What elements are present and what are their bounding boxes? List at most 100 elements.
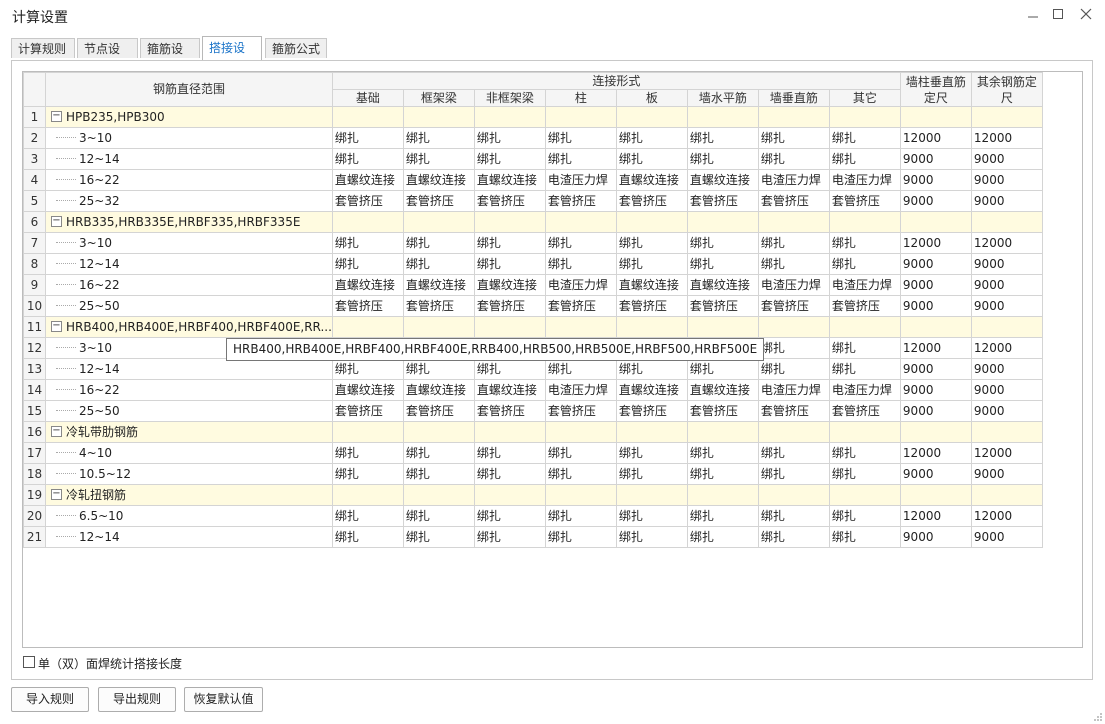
- table-row[interactable]: 18 10.5~12 绑扎 绑扎 绑扎 绑扎 绑扎 绑扎 绑扎 绑扎 9000 9000: [23, 463, 1043, 485]
- table-row[interactable]: 20 6.5~10 绑扎 绑扎 绑扎 绑扎 绑扎 绑扎 绑扎 绑扎 12000 12000: [23, 505, 1043, 527]
- connection-cell[interactable]: 绑扎: [331, 148, 404, 170]
- connection-cell[interactable]: 直螺纹连接: [686, 379, 759, 401]
- length-cell[interactable]: 12000: [899, 337, 972, 359]
- length-cell[interactable]: 9000: [970, 274, 1043, 296]
- connection-cell[interactable]: 套管挤压: [686, 295, 759, 317]
- connection-cell[interactable]: 绑扎: [828, 337, 901, 359]
- connection-cell[interactable]: 绑扎: [828, 127, 901, 149]
- connection-cell[interactable]: 绑扎: [402, 358, 475, 380]
- diameter-range-cell[interactable]: 12~14: [45, 253, 333, 275]
- connection-cell[interactable]: 绑扎: [615, 463, 688, 485]
- connection-cell[interactable]: 绑扎: [686, 253, 759, 275]
- connection-cell[interactable]: 绑扎: [473, 127, 546, 149]
- connection-cell[interactable]: 绑扎: [544, 358, 617, 380]
- connection-cell[interactable]: [544, 106, 617, 128]
- connection-cell[interactable]: [757, 106, 830, 128]
- connection-cell[interactable]: 绑扎: [686, 505, 759, 527]
- diameter-range-cell[interactable]: 10.5~12: [45, 463, 333, 485]
- diameter-range-cell[interactable]: 25~32: [45, 190, 333, 212]
- length-cell[interactable]: 9000: [970, 358, 1043, 380]
- connection-cell[interactable]: 套管挤压: [544, 295, 617, 317]
- diameter-range-cell[interactable]: 3~10: [45, 232, 333, 254]
- connection-cell[interactable]: 绑扎: [473, 232, 546, 254]
- connection-cell[interactable]: 电渣压力焊: [828, 379, 901, 401]
- connection-cell[interactable]: [686, 106, 759, 128]
- connection-cell[interactable]: 直螺纹连接: [686, 274, 759, 296]
- length-cell[interactable]: 9000: [899, 169, 972, 191]
- length-cell[interactable]: 9000: [899, 295, 972, 317]
- connection-cell[interactable]: 绑扎: [828, 463, 901, 485]
- tab-stirrup-formula[interactable]: 箍筋公式: [265, 38, 327, 58]
- connection-cell[interactable]: 绑扎: [402, 232, 475, 254]
- connection-cell[interactable]: 绑扎: [757, 526, 830, 548]
- connection-cell[interactable]: [615, 484, 688, 506]
- connection-cell[interactable]: [544, 211, 617, 233]
- group-row[interactable]: 6− HRB335,HRB335E,HRBF335,HRBF335E: [23, 211, 1043, 233]
- connection-cell[interactable]: 绑扎: [544, 148, 617, 170]
- connection-cell[interactable]: [615, 316, 688, 338]
- length-cell[interactable]: 12000: [970, 505, 1043, 527]
- connection-cell[interactable]: [686, 316, 759, 338]
- connection-cell[interactable]: [615, 421, 688, 443]
- connection-cell[interactable]: [473, 421, 546, 443]
- length-cell[interactable]: 9000: [899, 190, 972, 212]
- connection-cell[interactable]: 直螺纹连接: [686, 169, 759, 191]
- weld-lap-length-checkbox[interactable]: [23, 656, 35, 668]
- connection-cell[interactable]: [544, 421, 617, 443]
- connection-cell[interactable]: 绑扎: [615, 526, 688, 548]
- length-cell[interactable]: 9000: [970, 190, 1043, 212]
- length-cell[interactable]: [899, 421, 972, 443]
- grade-group-cell[interactable]: − HRB400,HRB400E,HRBF400,HRBF400E,RR...: [45, 316, 333, 338]
- connection-cell[interactable]: [473, 211, 546, 233]
- connection-cell[interactable]: [402, 106, 475, 128]
- connection-cell[interactable]: 绑扎: [473, 148, 546, 170]
- length-cell[interactable]: 9000: [899, 148, 972, 170]
- length-cell[interactable]: 9000: [970, 379, 1043, 401]
- length-cell[interactable]: 9000: [899, 358, 972, 380]
- connection-cell[interactable]: 套管挤压: [828, 190, 901, 212]
- connection-cell[interactable]: 套管挤压: [331, 190, 404, 212]
- connection-cell[interactable]: 电渣压力焊: [544, 379, 617, 401]
- table-row[interactable]: 2 3~10 绑扎 绑扎 绑扎 绑扎 绑扎 绑扎 绑扎 绑扎 12000 12000: [23, 127, 1043, 149]
- connection-cell[interactable]: 绑扎: [402, 253, 475, 275]
- connection-cell[interactable]: 绑扎: [331, 232, 404, 254]
- connection-cell[interactable]: 绑扎: [828, 232, 901, 254]
- diameter-range-cell[interactable]: 16~22: [45, 274, 333, 296]
- connection-cell[interactable]: 套管挤压: [686, 190, 759, 212]
- connection-cell[interactable]: 绑扎: [331, 127, 404, 149]
- table-row[interactable]: 13 12~14 绑扎 绑扎 绑扎 绑扎 绑扎 绑扎 绑扎 绑扎 9000 9000: [23, 358, 1043, 380]
- length-cell[interactable]: 9000: [970, 400, 1043, 422]
- connection-cell[interactable]: 绑扎: [615, 505, 688, 527]
- length-cell[interactable]: 9000: [899, 253, 972, 275]
- length-cell[interactable]: 12000: [970, 442, 1043, 464]
- length-cell[interactable]: 9000: [899, 400, 972, 422]
- connection-cell[interactable]: 电渣压力焊: [544, 169, 617, 191]
- connection-cell[interactable]: 套管挤压: [757, 190, 830, 212]
- connection-cell[interactable]: 绑扎: [828, 442, 901, 464]
- connection-cell[interactable]: 套管挤压: [402, 190, 475, 212]
- connection-cell[interactable]: 绑扎: [757, 148, 830, 170]
- connection-cell[interactable]: [402, 316, 475, 338]
- connection-cell[interactable]: 绑扎: [544, 526, 617, 548]
- connection-cell[interactable]: 绑扎: [686, 358, 759, 380]
- connection-cell[interactable]: 绑扎: [757, 505, 830, 527]
- connection-cell[interactable]: 套管挤压: [402, 400, 475, 422]
- table-row[interactable]: 4 16~22 直螺纹连接 直螺纹连接 直螺纹连接 电渣压力焊 直螺纹连接 直螺纹连接 电渣压力…: [23, 169, 1043, 191]
- length-cell[interactable]: 9000: [899, 526, 972, 548]
- length-cell[interactable]: [899, 484, 972, 506]
- connection-cell[interactable]: 绑扎: [473, 358, 546, 380]
- connection-cell[interactable]: 绑扎: [757, 127, 830, 149]
- connection-cell[interactable]: 绑扎: [615, 232, 688, 254]
- connection-cell[interactable]: 直螺纹连接: [473, 274, 546, 296]
- connection-cell[interactable]: 绑扎: [331, 463, 404, 485]
- grade-group-cell[interactable]: − 冷轧扭钢筋: [45, 484, 333, 506]
- connection-cell[interactable]: 绑扎: [544, 442, 617, 464]
- resize-grip-icon[interactable]: [1093, 712, 1103, 722]
- connection-cell[interactable]: 绑扎: [828, 526, 901, 548]
- length-cell[interactable]: 9000: [970, 526, 1043, 548]
- connection-cell[interactable]: 套管挤压: [544, 400, 617, 422]
- group-row[interactable]: 11− HRB400,HRB400E,HRBF400,HRBF400E,RR...: [23, 316, 1043, 338]
- length-cell[interactable]: 9000: [899, 379, 972, 401]
- connection-cell[interactable]: 绑扎: [331, 253, 404, 275]
- connection-cell[interactable]: 电渣压力焊: [757, 379, 830, 401]
